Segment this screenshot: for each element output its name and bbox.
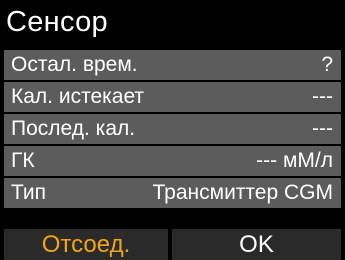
row-type[interactable]: Тип Трансмиттер CGM: [4, 178, 341, 208]
disconnect-button[interactable]: Отсоед.: [4, 229, 168, 260]
row-label: Остал. врем.: [11, 53, 138, 76]
sensor-info-list: Остал. врем. ? Кал. истекает --- Послед.…: [4, 50, 341, 210]
row-value: Трансмиттер CGM: [152, 181, 333, 204]
row-value: ---: [312, 117, 333, 140]
row-last-calibration[interactable]: Послед. кал. ---: [4, 114, 341, 144]
row-label: Послед. кал.: [11, 117, 136, 140]
sensor-screen: Сенсор Остал. врем. ? Кал. истекает --- …: [0, 0, 345, 260]
row-label: Тип: [11, 181, 47, 204]
row-label: Кал. истекает: [11, 85, 145, 108]
title-bar: Сенсор: [0, 0, 345, 45]
row-value: --- мМ/л: [256, 149, 333, 172]
page-title: Сенсор: [6, 6, 108, 38]
row-value: ---: [312, 85, 333, 108]
row-time-remaining[interactable]: Остал. врем. ?: [4, 50, 341, 80]
row-calibration-due[interactable]: Кал. истекает ---: [4, 82, 341, 112]
ok-button[interactable]: OK: [172, 229, 341, 260]
softkey-bar: Отсоед. OK: [0, 228, 345, 260]
row-glucose[interactable]: ГК --- мМ/л: [4, 146, 341, 176]
row-value: ?: [321, 53, 333, 76]
row-label: ГК: [11, 149, 35, 172]
